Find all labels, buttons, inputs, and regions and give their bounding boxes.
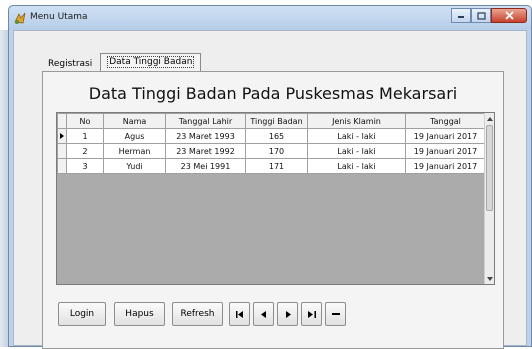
first-record-button[interactable] bbox=[229, 302, 250, 326]
minimize-icon bbox=[458, 15, 464, 18]
column-header[interactable]: Tinggi Badan bbox=[245, 113, 308, 129]
table-cell[interactable]: 23 Maret 1992 bbox=[165, 143, 246, 159]
table-row[interactable]: 2 Herman 23 Maret 1992 170 Laki - laki 1… bbox=[57, 143, 486, 159]
table-cell[interactable]: Yudi bbox=[103, 158, 166, 174]
last-record-button[interactable] bbox=[301, 302, 322, 326]
table-cell[interactable]: Laki - laki bbox=[307, 128, 406, 144]
table-cell[interactable]: Laki - laki bbox=[307, 158, 406, 174]
next-record-icon bbox=[285, 310, 291, 318]
table-cell[interactable]: 19 Januari 2017 bbox=[405, 128, 486, 144]
delete-record-button[interactable] bbox=[325, 302, 346, 326]
table-cell[interactable]: 23 Maret 1993 bbox=[165, 128, 246, 144]
refresh-button[interactable]: Refresh bbox=[172, 302, 223, 326]
delete-record-icon bbox=[331, 312, 340, 315]
vertical-scrollbar[interactable] bbox=[484, 113, 494, 284]
column-header[interactable]: Tanggal Lahir bbox=[165, 113, 246, 129]
table-cell[interactable]: 19 Januari 2017 bbox=[405, 143, 486, 159]
window-controls bbox=[451, 8, 527, 23]
first-record-icon bbox=[235, 310, 243, 318]
row-selector[interactable] bbox=[57, 143, 67, 159]
table-cell[interactable]: 170 bbox=[245, 143, 308, 159]
table-cell[interactable]: 19 Januari 2017 bbox=[405, 158, 486, 174]
scroll-thumb[interactable] bbox=[486, 125, 493, 211]
maximize-icon bbox=[476, 11, 486, 20]
scroll-up-icon bbox=[487, 116, 493, 121]
last-record-icon bbox=[307, 310, 316, 318]
data-grid[interactable]: No Nama Tanggal Lahir Tinggi Badan Jenis… bbox=[56, 112, 495, 285]
scroll-down-button[interactable] bbox=[485, 273, 495, 284]
table-cell[interactable]: 171 bbox=[245, 158, 308, 174]
table-cell[interactable]: 165 bbox=[245, 128, 308, 144]
row-header-corner bbox=[57, 113, 67, 129]
prev-record-button[interactable] bbox=[253, 302, 274, 326]
main-window: Menu Utama Registrasi Data Tinggi Badan … bbox=[8, 5, 532, 349]
table-cell[interactable]: 2 bbox=[66, 143, 104, 159]
column-header[interactable]: Jenis Klamin bbox=[307, 113, 406, 129]
column-header[interactable]: Tanggal bbox=[405, 113, 486, 129]
row-selector[interactable] bbox=[57, 158, 67, 174]
data-table: No Nama Tanggal Lahir Tinggi Badan Jenis… bbox=[57, 113, 486, 174]
minimize-button[interactable] bbox=[451, 8, 471, 23]
tab-panel: Data Tinggi Badan Pada Puskesmas Mekarsa… bbox=[42, 71, 504, 349]
table-cell[interactable]: Agus bbox=[103, 128, 166, 144]
table-cell[interactable]: 3 bbox=[66, 158, 104, 174]
table-cell[interactable]: 1 bbox=[66, 128, 104, 144]
scroll-down-icon bbox=[487, 276, 493, 281]
tab-registrasi-label: Registrasi bbox=[48, 59, 93, 69]
login-button[interactable]: Login bbox=[58, 302, 106, 326]
column-header[interactable]: No bbox=[66, 113, 104, 129]
tab-strip: Registrasi Data Tinggi Badan bbox=[42, 53, 202, 72]
table-cell[interactable]: Herman bbox=[103, 143, 166, 159]
scroll-up-button[interactable] bbox=[485, 113, 495, 124]
current-row-icon bbox=[60, 133, 64, 139]
table-header-row: No Nama Tanggal Lahir Tinggi Badan Jenis… bbox=[57, 113, 486, 129]
maximize-button[interactable] bbox=[471, 8, 491, 23]
next-record-button[interactable] bbox=[277, 302, 298, 326]
tab-data-tinggi-badan[interactable]: Data Tinggi Badan bbox=[100, 53, 202, 72]
close-icon bbox=[504, 11, 514, 20]
tab-data-tinggi-badan-label: Data Tinggi Badan bbox=[107, 56, 195, 68]
prev-record-icon bbox=[260, 310, 266, 318]
close-button[interactable] bbox=[491, 8, 527, 23]
column-header[interactable]: Nama bbox=[103, 113, 166, 129]
title-bar[interactable]: Menu Utama bbox=[9, 6, 531, 30]
row-selector[interactable] bbox=[57, 128, 67, 144]
app-icon bbox=[14, 12, 26, 24]
table-row[interactable]: 3 Yudi 23 Mei 1991 171 Laki - laki 19 Ja… bbox=[57, 158, 486, 174]
table-cell[interactable]: 23 Mei 1991 bbox=[165, 158, 246, 174]
tab-registrasi[interactable]: Registrasi bbox=[42, 56, 98, 72]
page-title: Data Tinggi Badan Pada Puskesmas Mekarsa… bbox=[88, 84, 458, 103]
client-area: Registrasi Data Tinggi Badan Data Tinggi… bbox=[13, 30, 527, 349]
desktop-edge bbox=[0, 30, 8, 347]
table-cell[interactable]: Laki - laki bbox=[307, 143, 406, 159]
hapus-button[interactable]: Hapus bbox=[114, 302, 165, 326]
window-title: Menu Utama bbox=[30, 12, 88, 22]
table-row[interactable]: 1 Agus 23 Maret 1993 165 Laki - laki 19 … bbox=[57, 128, 486, 144]
